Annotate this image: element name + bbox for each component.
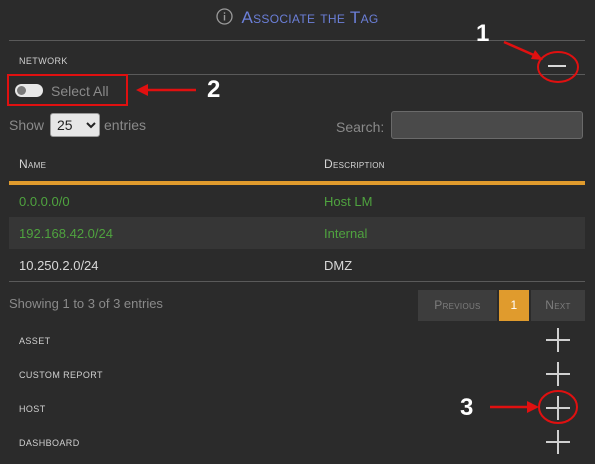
- annotation-arrowhead-3: [527, 401, 539, 413]
- annotation-number-2: 2: [207, 76, 221, 103]
- annotation-overlay: [7, 40, 579, 424]
- annotation-box-2: [7, 74, 128, 106]
- annotation-arrowhead-2: [136, 84, 148, 96]
- annotation-circle-1: [537, 51, 579, 83]
- annotation-circle-3: [538, 390, 578, 424]
- annotation-number-3: 3: [460, 394, 474, 421]
- annotation-number-1: 1: [476, 20, 490, 47]
- annotation-arrow-1: [503, 40, 537, 58]
